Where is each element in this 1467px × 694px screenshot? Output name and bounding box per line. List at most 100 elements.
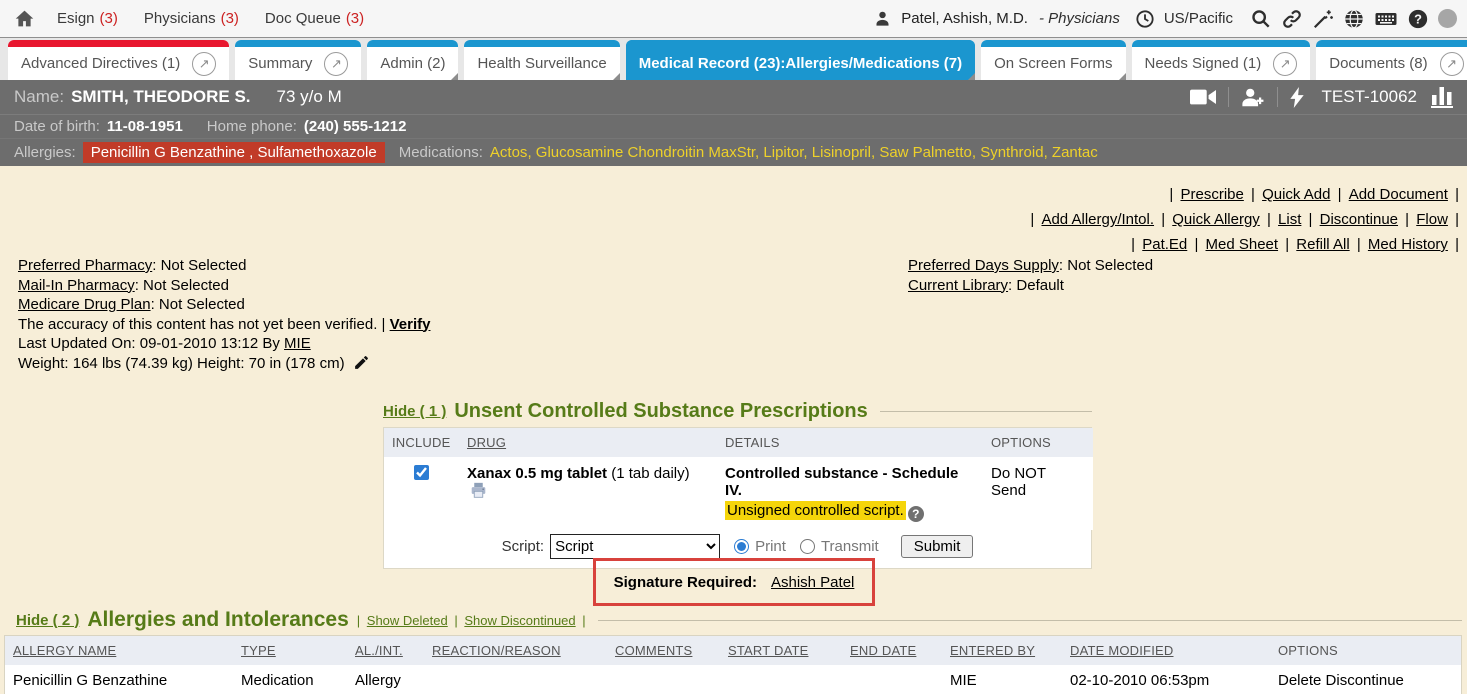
allergies-table-panel: ALLERGY NAMETYPEAL./INT.REACTION/REASONC… [4, 635, 1462, 694]
name-label: Name: [14, 87, 64, 107]
allergy-row-cell [842, 665, 942, 694]
action-link[interactable]: Med Sheet [1206, 236, 1279, 253]
topbar-link-doc-queue[interactable]: Doc Queue (3) [265, 10, 364, 27]
column-header-drug[interactable]: DRUG [459, 428, 717, 457]
action-link[interactable]: List [1278, 211, 1301, 228]
preferred-days-supply-row: Preferred Days Supply Not Selected [908, 256, 1153, 276]
help-icon[interactable]: ? [1407, 8, 1429, 30]
tab-color-strip [626, 40, 975, 47]
action-link[interactable]: Flow [1416, 211, 1448, 228]
column-header[interactable]: TYPE [233, 636, 347, 665]
printer-icon[interactable] [470, 482, 487, 499]
action-link[interactable]: Pat.Ed [1142, 236, 1187, 253]
wand-icon[interactable] [1312, 8, 1334, 30]
allergies-section: Hide ( 2 ) Allergies and Intolerances | … [4, 608, 1462, 694]
topbar-link-label: Doc Queue [265, 10, 341, 27]
column-header[interactable]: DATE MODIFIED [1062, 636, 1270, 665]
hide-allergies-link[interactable]: Hide ( 2 ) [16, 612, 79, 629]
tab-label: Advanced Directives (1) [21, 55, 180, 72]
verify-link[interactable]: Verify [390, 316, 431, 333]
column-header[interactable]: ALLERGY NAME [5, 636, 233, 665]
chart-id: TEST-10062 [1322, 87, 1417, 107]
include-checkbox[interactable] [414, 465, 429, 480]
link-icon[interactable] [1281, 8, 1303, 30]
allergies-section-header: Hide ( 2 ) Allergies and Intolerances | … [4, 608, 1462, 632]
tab[interactable]: Advanced Directives (1) [8, 40, 229, 80]
column-header[interactable]: REACTION/REASON [424, 636, 607, 665]
globe-icon[interactable] [1343, 8, 1365, 30]
mail-in-pharmacy-link[interactable]: Mail-In Pharmacy [18, 277, 139, 294]
search-icon[interactable] [1250, 8, 1272, 30]
medication-link[interactable]: Lisinopril [812, 144, 871, 161]
topbar-nav: Esign (3) Physicians (3) Doc Queue (3) [57, 10, 364, 27]
topbar-link-esign[interactable]: Esign (3) [57, 10, 118, 27]
allergy-row-options[interactable]: Delete Discontinue [1270, 665, 1461, 694]
tab[interactable]: Health Surveillance [464, 40, 619, 80]
action-link[interactable]: Add Document [1349, 186, 1448, 203]
column-header[interactable]: ENTERED BY [942, 636, 1062, 665]
transmit-radio[interactable] [800, 539, 815, 554]
action-link[interactable]: Quick Add [1262, 186, 1330, 203]
current-library-link[interactable]: Current Library [908, 277, 1012, 294]
tab[interactable]: Medical Record (23):Allergies/Medication… [626, 40, 975, 80]
popout-icon[interactable] [1273, 52, 1297, 76]
tab[interactable]: Admin (2) [367, 40, 458, 80]
preferred-pharmacy-row: Preferred Pharmacy Not Selected [18, 256, 430, 276]
action-link[interactable]: Discontinue [1320, 211, 1398, 228]
edit-pencil-icon[interactable] [353, 354, 370, 371]
preferred-pharmacy-link[interactable]: Preferred Pharmacy [18, 257, 156, 274]
column-header-options: OPTIONS [983, 428, 1093, 457]
action-link[interactable]: Med History [1368, 236, 1448, 253]
medicare-drug-plan-link[interactable]: Medicare Drug Plan [18, 296, 155, 313]
medication-link[interactable]: Actos [490, 144, 528, 161]
tab[interactable]: Needs Signed (1) [1132, 40, 1311, 80]
medications-label: Medications: [399, 144, 483, 161]
video-camera-icon[interactable] [1190, 87, 1216, 107]
tab[interactable]: Summary [235, 40, 361, 80]
unsent-section-title: Unsent Controlled Substance Prescription… [454, 400, 867, 423]
options-cell: Do NOT Send [983, 457, 1093, 530]
topbar-link-physicians[interactable]: Physicians (3) [144, 10, 239, 27]
medication-link[interactable]: Saw Palmetto [879, 144, 972, 161]
add-person-icon[interactable] [1241, 87, 1265, 107]
popout-icon[interactable] [192, 52, 216, 76]
medication-link[interactable]: Zantac [1052, 144, 1098, 161]
last-updated-by-link[interactable]: MIE [284, 335, 311, 352]
allergies-filter-link[interactable]: Show Deleted [367, 613, 448, 628]
column-header[interactable]: START DATE [720, 636, 842, 665]
allergies-filter-link[interactable]: Show Discontinued [464, 613, 575, 628]
popout-icon[interactable] [324, 52, 348, 76]
keyboard-icon[interactable] [1374, 7, 1398, 31]
tab-label: Admin (2) [380, 55, 445, 72]
submit-button[interactable]: Submit [901, 535, 974, 558]
webchart-app: Esign (3) Physicians (3) Doc Queue (3) P… [0, 0, 1467, 694]
medication-link[interactable]: Lipitor [763, 144, 803, 161]
home-icon[interactable] [14, 8, 35, 29]
tab[interactable]: On Screen Forms [981, 40, 1125, 80]
column-header[interactable]: END DATE [842, 636, 942, 665]
tab-label: Documents (8) [1329, 55, 1427, 72]
action-link[interactable]: Refill All [1296, 236, 1349, 253]
script-select[interactable]: Script [550, 534, 720, 559]
column-header[interactable]: AL./INT. [347, 636, 424, 665]
preferred-days-supply-link[interactable]: Preferred Days Supply [908, 257, 1063, 274]
action-link[interactable]: Quick Allergy [1172, 211, 1260, 228]
signature-provider-link[interactable]: Ashish Patel [771, 574, 854, 591]
popout-icon[interactable] [1440, 52, 1464, 76]
lightning-icon[interactable] [1290, 87, 1304, 108]
tab[interactable]: Documents (8) [1316, 40, 1467, 80]
medication-link[interactable]: Glucosamine Chondroitin MaxStr [536, 144, 755, 161]
action-link[interactable]: Prescribe [1180, 186, 1243, 203]
column-header[interactable]: COMMENTS [607, 636, 720, 665]
help-icon[interactable] [908, 506, 924, 522]
action-link[interactable]: Add Allergy/Intol. [1041, 211, 1154, 228]
print-radio[interactable] [734, 539, 749, 554]
banner-icons: TEST-10062 [1190, 87, 1453, 108]
allergies-section-title: Allergies and Intolerances [87, 608, 348, 632]
bar-chart-icon[interactable] [1431, 87, 1453, 108]
allergy-alert[interactable]: Penicillin G Benzathine , Sulfamethoxazo… [83, 142, 385, 163]
drug-cell: Xanax 0.5 mg tablet (1 tab daily) [459, 457, 717, 530]
medication-link[interactable]: Synthroid [980, 144, 1043, 161]
hide-unsent-link[interactable]: Hide ( 1 ) [383, 403, 446, 420]
action-link-row: | Prescribe | Quick Add | Add Document | [1030, 182, 1459, 207]
